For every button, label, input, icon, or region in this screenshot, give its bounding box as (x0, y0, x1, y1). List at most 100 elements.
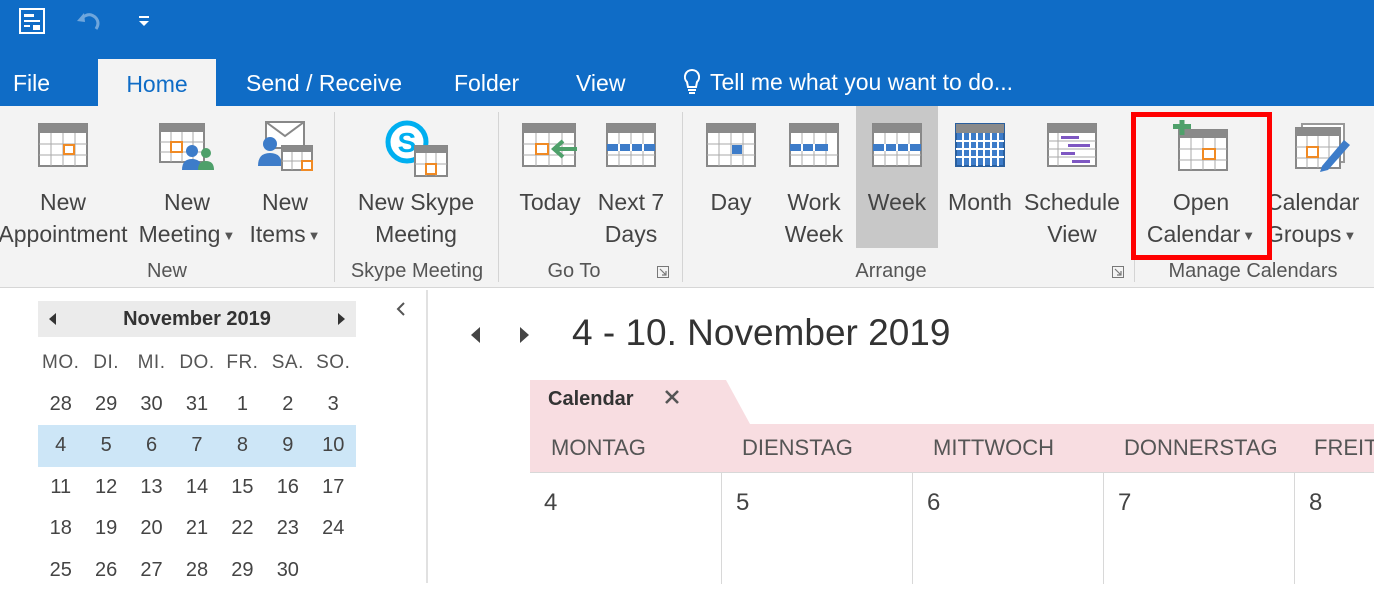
mini-day[interactable]: 4 (38, 434, 83, 457)
mini-day[interactable]: 29 (83, 393, 128, 416)
next-7-days-button[interactable]: Next 7 Days (592, 106, 670, 256)
work-week-view-button[interactable]: Work Week (773, 106, 855, 256)
mini-day[interactable]: 22 (220, 517, 265, 540)
mini-day[interactable]: 14 (174, 476, 219, 499)
group-label-skype: Skype Meeting (336, 256, 498, 288)
pane-divider[interactable] (426, 290, 428, 583)
group-separator (334, 112, 335, 282)
mini-day[interactable]: 18 (38, 517, 83, 540)
mini-weekday-header: MO. DI. MI. DO. FR. SA. SO. (38, 342, 356, 384)
mini-day[interactable]: 25 (38, 559, 83, 582)
group-separator (682, 112, 683, 282)
collapse-pane-icon[interactable] (392, 298, 410, 320)
group-label-manage-calendars: Manage Calendars (1136, 256, 1370, 288)
mini-next-month-icon[interactable] (326, 301, 356, 337)
day-cell[interactable]: 5 (721, 473, 912, 584)
tab-home[interactable]: Home (98, 59, 216, 106)
mini-day[interactable]: 16 (265, 476, 310, 499)
calendar-icon (37, 120, 89, 168)
week-view-button[interactable]: Week (856, 106, 938, 248)
next-7-days-icon (605, 120, 657, 168)
customize-qat-icon[interactable] (130, 4, 158, 38)
mini-day[interactable]: 26 (83, 559, 128, 582)
dialog-launcher-icon[interactable] (1112, 266, 1124, 278)
mini-week-row: 18 19 20 21 22 23 24 (38, 508, 356, 550)
lightbulb-icon (682, 68, 702, 96)
day-cell[interactable]: 6 (912, 473, 1103, 584)
mini-day[interactable]: 28 (38, 393, 83, 416)
tab-file[interactable]: File (13, 58, 50, 106)
mini-day[interactable]: 27 (129, 559, 174, 582)
mini-prev-month-icon[interactable] (38, 301, 68, 337)
mini-day[interactable]: 9 (265, 434, 310, 457)
mini-day[interactable]: 1 (220, 393, 265, 416)
day-cell[interactable]: 8 (1294, 473, 1374, 584)
day-number: 8 (1309, 489, 1322, 517)
new-items-button[interactable]: New Items▼ (244, 106, 326, 256)
dialog-launcher-icon[interactable] (657, 266, 669, 278)
mini-day[interactable]: 5 (83, 434, 128, 457)
day-view-button[interactable]: Day (692, 106, 770, 256)
tab-folder[interactable]: Folder (454, 58, 519, 106)
mini-day[interactable]: 31 (174, 393, 219, 416)
tab-view[interactable]: View (576, 58, 625, 106)
next-week-icon[interactable] (514, 322, 534, 348)
mini-day[interactable]: 6 (129, 434, 174, 457)
outlook-app-icon[interactable] (14, 4, 50, 38)
mini-day[interactable]: 13 (129, 476, 174, 499)
month-view-button[interactable]: Month (940, 106, 1020, 256)
group-label-new: New (0, 256, 334, 288)
mini-day[interactable]: 30 (265, 559, 310, 582)
mini-week-row-selected: 4 5 6 7 8 9 10 (38, 425, 356, 467)
skype-icon: S (383, 120, 449, 178)
calendar-groups-icon (1292, 120, 1352, 172)
meeting-icon (158, 120, 216, 170)
mini-week-row: 25 26 27 28 29 30 (38, 550, 356, 591)
mini-day[interactable]: 3 (311, 393, 356, 416)
tell-me-box[interactable]: Tell me what you want to do... (682, 58, 1013, 106)
day-header-wednesday: MITTWOCH (933, 424, 1054, 472)
day-cell[interactable]: 4 (530, 473, 721, 584)
day-number: 6 (927, 489, 940, 517)
day-header-thursday: DONNERSTAG (1124, 424, 1278, 472)
mini-calendar-month: November 2019 (38, 301, 356, 337)
mini-calendar-header: November 2019 (38, 301, 356, 337)
undo-icon[interactable] (70, 4, 106, 38)
svg-text:S: S (398, 127, 417, 158)
mini-day[interactable]: 24 (311, 517, 356, 540)
new-meeting-button[interactable]: New Meeting▼ (133, 106, 241, 256)
new-appointment-button[interactable]: New Appointment (0, 106, 126, 256)
week-grid: 4 5 6 7 8 (530, 472, 1374, 583)
mini-day[interactable]: 19 (83, 517, 128, 540)
date-range-title: 4 - 10. November 2019 (572, 312, 950, 354)
mini-day[interactable]: 21 (174, 517, 219, 540)
title-bar (0, 0, 1374, 58)
highlight-box (1131, 112, 1272, 260)
mini-calendar: MO. DI. MI. DO. FR. SA. SO. 28 29 30 31 … (38, 342, 356, 591)
mini-day[interactable]: 20 (129, 517, 174, 540)
day-header-tuesday: DIENSTAG (742, 424, 853, 472)
mini-day[interactable]: 10 (311, 434, 356, 457)
mini-day[interactable]: 7 (174, 434, 219, 457)
prev-week-icon[interactable] (466, 322, 486, 348)
day-cell[interactable]: 7 (1103, 473, 1294, 584)
mini-day[interactable]: 12 (83, 476, 128, 499)
mini-day[interactable]: 23 (265, 517, 310, 540)
tab-send-receive[interactable]: Send / Receive (246, 58, 402, 106)
work-week-view-icon (788, 120, 840, 168)
mini-week-row: 11 12 13 14 15 16 17 (38, 467, 356, 509)
schedule-view-button[interactable]: Schedule View (1022, 106, 1122, 256)
calendar-groups-button[interactable]: Calendar Groups▼ (1266, 106, 1374, 256)
mini-day[interactable]: 17 (311, 476, 356, 499)
mini-day[interactable]: 30 (129, 393, 174, 416)
mini-day[interactable]: 15 (220, 476, 265, 499)
close-icon[interactable] (664, 389, 686, 411)
mini-day[interactable]: 28 (174, 559, 219, 582)
mini-day[interactable]: 29 (220, 559, 265, 582)
today-button[interactable]: Today (510, 106, 590, 256)
mini-day[interactable]: 11 (38, 476, 83, 499)
new-skype-meeting-button[interactable]: S New Skype Meeting (346, 106, 486, 256)
calendar-tab[interactable]: Calendar (530, 380, 750, 424)
mini-day[interactable]: 2 (265, 393, 310, 416)
mini-day[interactable]: 8 (220, 434, 265, 457)
